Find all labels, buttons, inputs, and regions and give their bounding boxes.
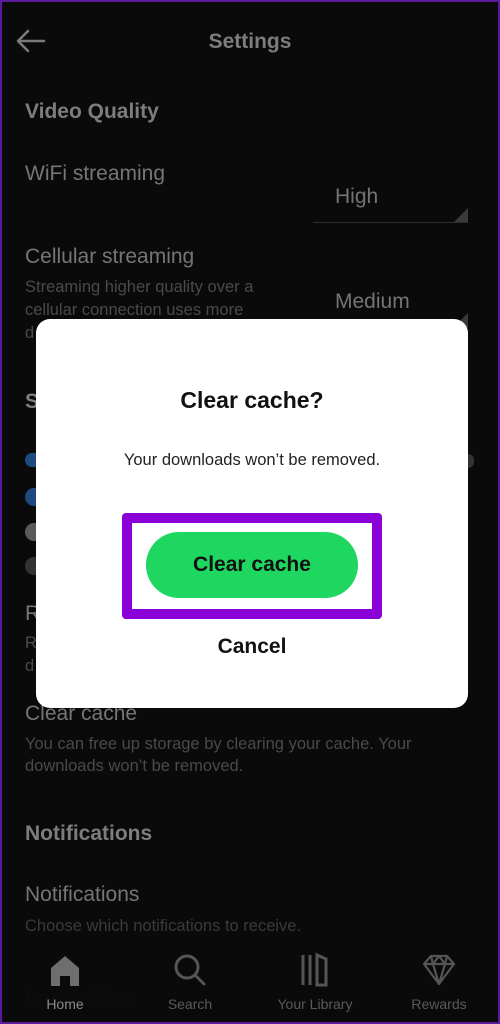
clear-cache-dialog: Clear cache? Your downloads won’t be rem… [36, 319, 468, 708]
nav-home-label: Home [46, 996, 84, 1012]
notifications-desc: Choose which notifications to receive. [25, 917, 302, 935]
dialog-title: Clear cache? [180, 387, 324, 413]
cellular-streaming-desc-3: d [25, 324, 35, 342]
cellular-streaming-desc-2: cellular connection uses more [25, 301, 244, 319]
search-icon [174, 954, 206, 986]
confirm-clear-cache-button[interactable]: Clear cache [146, 532, 358, 598]
page-title: Settings [208, 30, 292, 53]
clear-cache-desc-2: downloads won’t be removed. [25, 757, 244, 775]
diamond-icon [422, 954, 456, 986]
home-icon [51, 956, 79, 986]
bottom-navigation: Home Search Your Library Rewards [2, 942, 498, 1022]
nav-library-label: Your Library [277, 996, 353, 1012]
section-title-notifications: Notifications [25, 822, 153, 845]
notifications-row[interactable]: Notifications [25, 883, 139, 907]
nav-rewards-label: Rewards [411, 996, 467, 1012]
wifi-streaming-value: High [335, 185, 379, 208]
cellular-streaming-desc-1: Streaming higher quality over a [25, 278, 254, 296]
nav-search-label: Search [167, 996, 213, 1012]
wifi-streaming-select[interactable]: High [313, 181, 468, 223]
top-bar: Settings [2, 2, 498, 82]
wifi-streaming-label: WiFi streaming [25, 162, 166, 185]
nav-rewards[interactable]: Rewards [384, 942, 494, 1022]
app-screen: Settings Video Quality WiFi streaming Hi… [0, 0, 500, 1024]
dropdown-arrow-icon [454, 208, 468, 222]
obscured-row-desc-2: d [25, 657, 35, 675]
clear-cache-desc-1: You can free up storage by clearing your… [25, 735, 412, 753]
dialog-message: Your downloads won’t be removed. [123, 451, 381, 469]
library-icon [301, 952, 328, 987]
cancel-button[interactable]: Cancel [152, 627, 352, 667]
cellular-streaming-value: Medium [335, 290, 410, 313]
nav-search[interactable]: Search [135, 942, 245, 1022]
nav-home[interactable]: Home [10, 942, 120, 1022]
cellular-streaming-label: Cellular streaming [25, 245, 195, 268]
section-title-video-quality: Video Quality [25, 100, 159, 123]
nav-library[interactable]: Your Library [260, 942, 370, 1022]
